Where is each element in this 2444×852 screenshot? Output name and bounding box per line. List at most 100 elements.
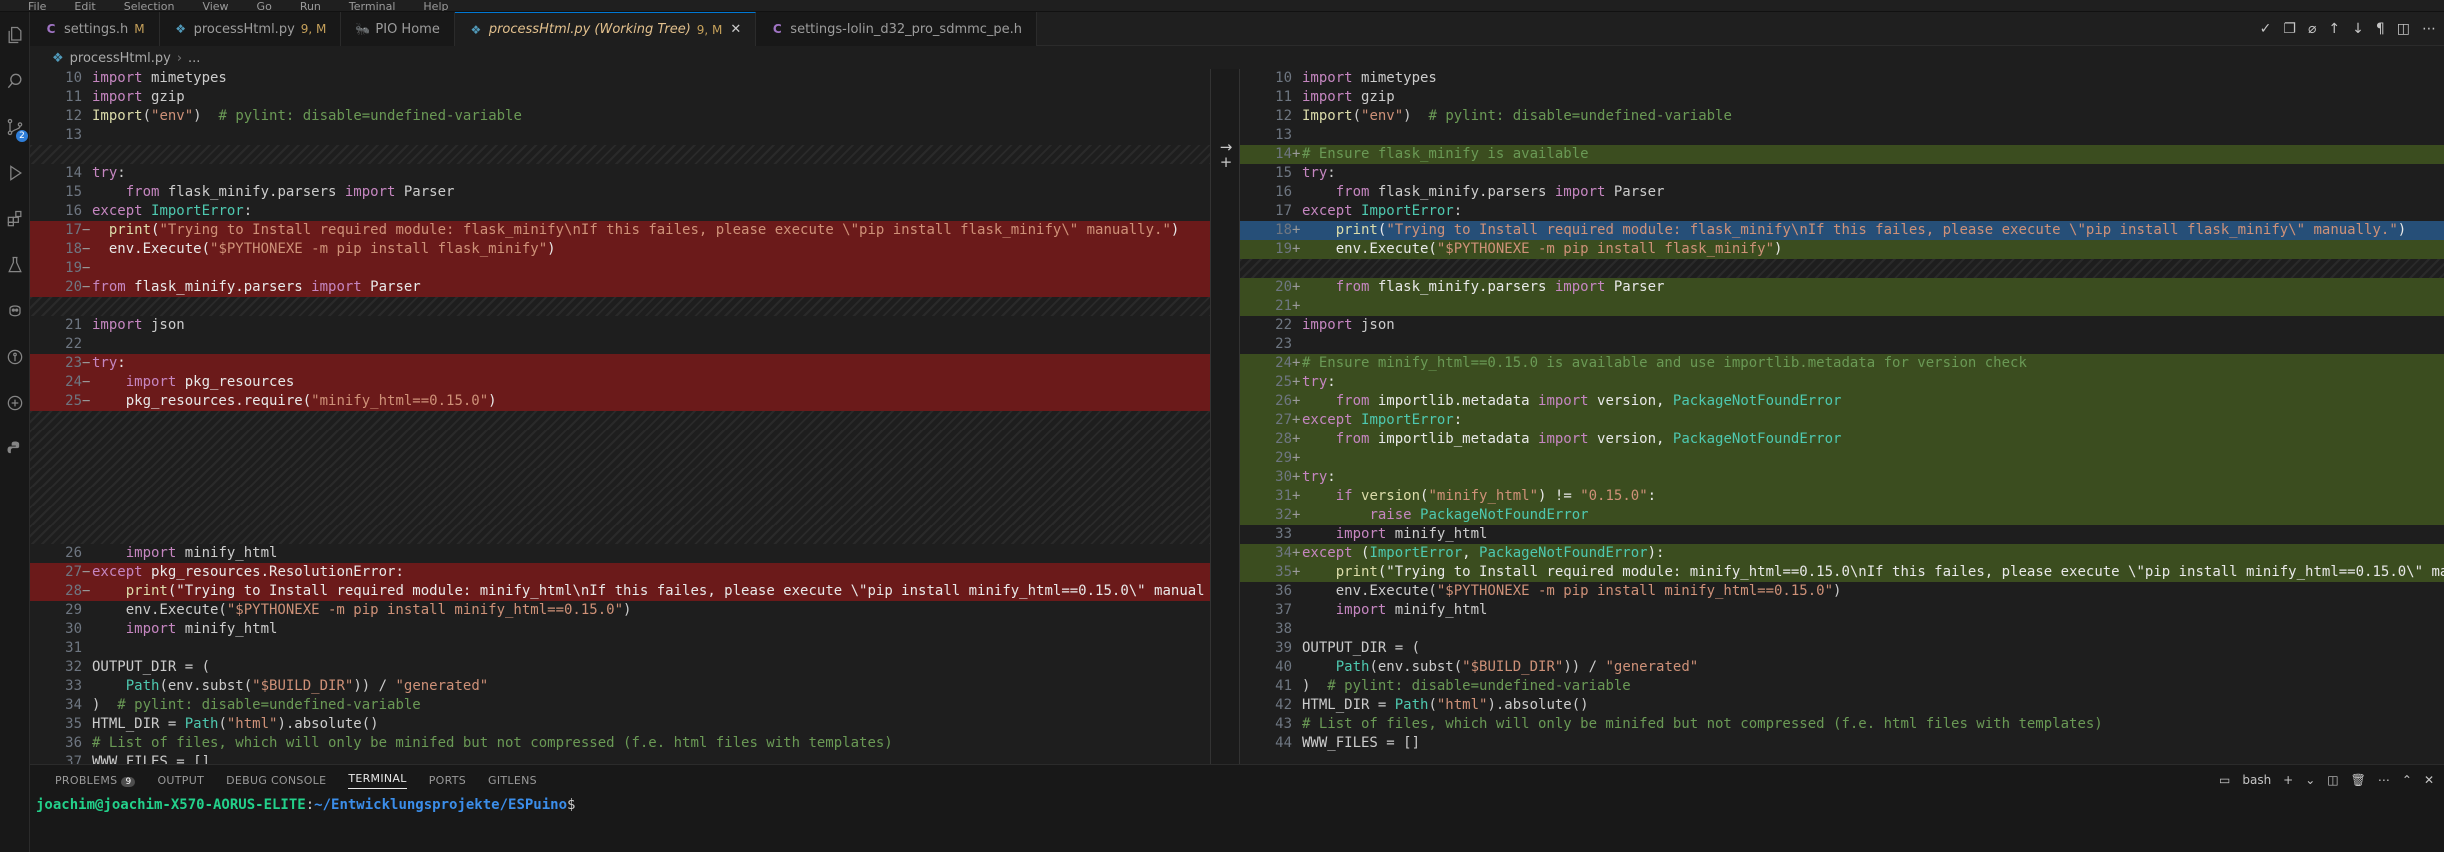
python-icon[interactable] bbox=[0, 426, 30, 472]
menu-item[interactable]: Run bbox=[300, 1, 321, 11]
chevron-down-icon[interactable]: ⌄ bbox=[2305, 773, 2315, 787]
right-diff-line[interactable]: 20+ from flask_minify.parsers import Par… bbox=[1240, 278, 2444, 297]
left-diff-line[interactable]: 26 import minify_html bbox=[30, 544, 1210, 563]
right-diff-line[interactable]: 40 Path(env.subst("$BUILD_DIR")) / "gene… bbox=[1240, 658, 2444, 677]
right-diff-line[interactable]: 10 import mimetypes bbox=[1240, 69, 2444, 88]
right-diff-line[interactable]: 28+ from importlib_metadata import versi… bbox=[1240, 430, 2444, 449]
right-diff-line[interactable]: 44 WWW_FILES = [] bbox=[1240, 734, 2444, 753]
remote-explorer-icon[interactable] bbox=[0, 380, 30, 426]
previous-change-icon[interactable]: ↑ bbox=[2328, 21, 2340, 37]
right-diff-line[interactable]: 26+ from importlib.metadata import versi… bbox=[1240, 392, 2444, 411]
left-diff-line[interactable]: 12 Import("env") # pylint: disable=undefi… bbox=[30, 107, 1210, 126]
left-diff-line[interactable] bbox=[30, 145, 1210, 164]
run-debug-icon[interactable] bbox=[0, 150, 30, 196]
right-diff-line[interactable]: 22 import json bbox=[1240, 316, 2444, 335]
right-diff-line[interactable]: 25+ try: bbox=[1240, 373, 2444, 392]
more-actions-icon[interactable]: ⋯ bbox=[2422, 21, 2436, 37]
left-diff-line[interactable]: 28− print("Trying to Install required mo… bbox=[30, 582, 1210, 601]
left-diff-line[interactable]: 27− except pkg_resources.ResolutionError: bbox=[30, 563, 1210, 582]
right-diff-line[interactable]: 30+ try: bbox=[1240, 468, 2444, 487]
left-diff-line[interactable]: 37 WWW_FILES = [] bbox=[30, 753, 1210, 764]
open-file-icon[interactable]: ❐ bbox=[2283, 21, 2296, 37]
right-diff-line[interactable] bbox=[1240, 259, 2444, 278]
left-diff-line[interactable]: 29 env.Execute("$PYTHONEXE -m pip instal… bbox=[30, 601, 1210, 620]
stage-plus-icon[interactable]: + bbox=[1218, 154, 1234, 170]
left-diff-line[interactable]: 24− import pkg_resources bbox=[30, 373, 1210, 392]
left-diff-line[interactable] bbox=[30, 297, 1210, 316]
left-diff-line[interactable]: 10 import mimetypes bbox=[30, 69, 1210, 88]
left-diff-line[interactable]: 19− bbox=[30, 259, 1210, 278]
left-diff-line[interactable]: 23− try: bbox=[30, 354, 1210, 373]
right-diff-line[interactable]: 18+ print("Trying to Install required mo… bbox=[1240, 221, 2444, 240]
right-diff-line[interactable]: 41) # pylint: disable=undefined-variable bbox=[1240, 677, 2444, 696]
right-diff-line[interactable]: 11 import gzip bbox=[1240, 88, 2444, 107]
panel-tab-terminal[interactable]: TERMINAL bbox=[348, 772, 407, 789]
trash-icon[interactable]: 🗑 bbox=[2351, 773, 2366, 787]
breadcrumb-more[interactable]: ... bbox=[188, 51, 200, 66]
left-diff-line[interactable]: 14 try: bbox=[30, 164, 1210, 183]
menu-item[interactable]: Edit bbox=[74, 1, 95, 11]
menu-item[interactable]: Go bbox=[257, 1, 272, 11]
left-diff-line[interactable]: 15 from flask_minify.parsers import Pars… bbox=[30, 183, 1210, 202]
tab-3[interactable]: ❖ processHtml.py (Working Tree) 9, M ✕ bbox=[454, 12, 757, 46]
left-diff-line[interactable] bbox=[30, 506, 1210, 525]
left-diff-line[interactable]: 13 bbox=[30, 126, 1210, 145]
breadcrumb-file[interactable]: processHtml.py bbox=[70, 51, 171, 66]
left-diff-line[interactable]: 33 Path(env.subst("$BUILD_DIR")) / "gene… bbox=[30, 677, 1210, 696]
diff-modified-pane[interactable]: 10 import mimetypes 11 import gzip 12 Import(… bbox=[1240, 69, 2444, 764]
menu-item[interactable]: View bbox=[202, 1, 228, 11]
gitlens-icon[interactable] bbox=[0, 334, 30, 380]
left-diff-line[interactable]: 20− from flask_minify.parsers import Pars… bbox=[30, 278, 1210, 297]
right-diff-line[interactable]: 14+ # Ensure flask_minify is available bbox=[1240, 145, 2444, 164]
left-diff-line[interactable]: 17− print("Trying to Install required mo… bbox=[30, 221, 1210, 240]
close-icon[interactable]: ✕ bbox=[2424, 773, 2434, 787]
right-diff-line[interactable]: 19+ env.Execute("$PYTHONEXE -m pip insta… bbox=[1240, 240, 2444, 259]
platformio-icon[interactable] bbox=[0, 288, 30, 334]
left-diff-line[interactable] bbox=[30, 487, 1210, 506]
left-diff-line[interactable]: 35 HTML_DIR = Path("html").absolute() bbox=[30, 715, 1210, 734]
panel-tab-problems[interactable]: PROBLEMS 9 bbox=[55, 774, 136, 787]
right-diff-line[interactable]: 42 HTML_DIR = Path("html").absolute() bbox=[1240, 696, 2444, 715]
new-terminal-icon[interactable]: + bbox=[2283, 773, 2293, 787]
right-diff-line[interactable]: 39 OUTPUT_DIR = ( bbox=[1240, 639, 2444, 658]
left-diff-line[interactable]: 34) # pylint: disable=undefined-variable bbox=[30, 696, 1210, 715]
menu-item[interactable]: Terminal bbox=[349, 1, 396, 11]
right-diff-line[interactable]: 21+ bbox=[1240, 297, 2444, 316]
right-diff-line[interactable]: 27+ except ImportError: bbox=[1240, 411, 2444, 430]
tab-0[interactable]: Csettings.h M bbox=[30, 12, 160, 46]
right-diff-line[interactable]: 37 import minify_html bbox=[1240, 601, 2444, 620]
toggle-inline-icon[interactable]: ¶ bbox=[2376, 21, 2385, 37]
left-diff-line[interactable]: 18− env.Execute("$PYTHONEXE -m pip insta… bbox=[30, 240, 1210, 259]
right-diff-line[interactable]: 12 Import("env") # pylint: disable=undefi… bbox=[1240, 107, 2444, 126]
right-diff-line[interactable]: 23 bbox=[1240, 335, 2444, 354]
panel-tab-debug-console[interactable]: DEBUG CONSOLE bbox=[226, 774, 326, 787]
terminal-output[interactable]: joachim@joachim-X570-AORUS-ELITE:~/Entwi… bbox=[30, 795, 2444, 815]
left-diff-line[interactable] bbox=[30, 411, 1210, 430]
right-diff-line[interactable]: 43 # List of files, which will only be mi… bbox=[1240, 715, 2444, 734]
check-icon[interactable]: ✓ bbox=[2260, 21, 2272, 37]
menu-item[interactable]: Selection bbox=[124, 1, 175, 11]
panel-tab-gitlens[interactable]: GITLENS bbox=[488, 774, 537, 787]
right-diff-line[interactable]: 33 import minify_html bbox=[1240, 525, 2444, 544]
right-diff-line[interactable]: 36 env.Execute("$PYTHONEXE -m pip instal… bbox=[1240, 582, 2444, 601]
left-diff-line[interactable] bbox=[30, 449, 1210, 468]
shell-name[interactable]: bash bbox=[2242, 773, 2271, 787]
search-icon[interactable] bbox=[0, 58, 30, 104]
explorer-icon[interactable] bbox=[0, 12, 30, 58]
left-diff-line[interactable]: 31 bbox=[30, 639, 1210, 658]
left-diff-line[interactable]: 36 # List of files, which will only be mi… bbox=[30, 734, 1210, 753]
diff-original-pane[interactable]: 10 import mimetypes 11 import gzip 12 Import(… bbox=[30, 69, 1210, 764]
left-diff-line[interactable]: 22 bbox=[30, 335, 1210, 354]
close-icon[interactable]: ✕ bbox=[730, 22, 741, 37]
right-diff-line[interactable]: 15 try: bbox=[1240, 164, 2444, 183]
commit-icon[interactable]: ⌀ bbox=[2308, 21, 2316, 37]
tab-4[interactable]: Csettings-lolin_d32_pro_sdmmc_pe.h bbox=[756, 12, 1038, 46]
panel-tab-output[interactable]: OUTPUT bbox=[157, 774, 204, 787]
chevron-up-icon[interactable]: ⌃ bbox=[2402, 773, 2412, 787]
right-diff-line[interactable]: 29+ bbox=[1240, 449, 2444, 468]
tab-2[interactable]: 🐜 PIO Home bbox=[341, 12, 455, 46]
menu-item[interactable]: File bbox=[28, 1, 46, 11]
left-diff-line[interactable]: 16 except ImportError: bbox=[30, 202, 1210, 221]
right-diff-line[interactable]: 17 except ImportError: bbox=[1240, 202, 2444, 221]
menu-item[interactable]: Help bbox=[423, 1, 448, 11]
